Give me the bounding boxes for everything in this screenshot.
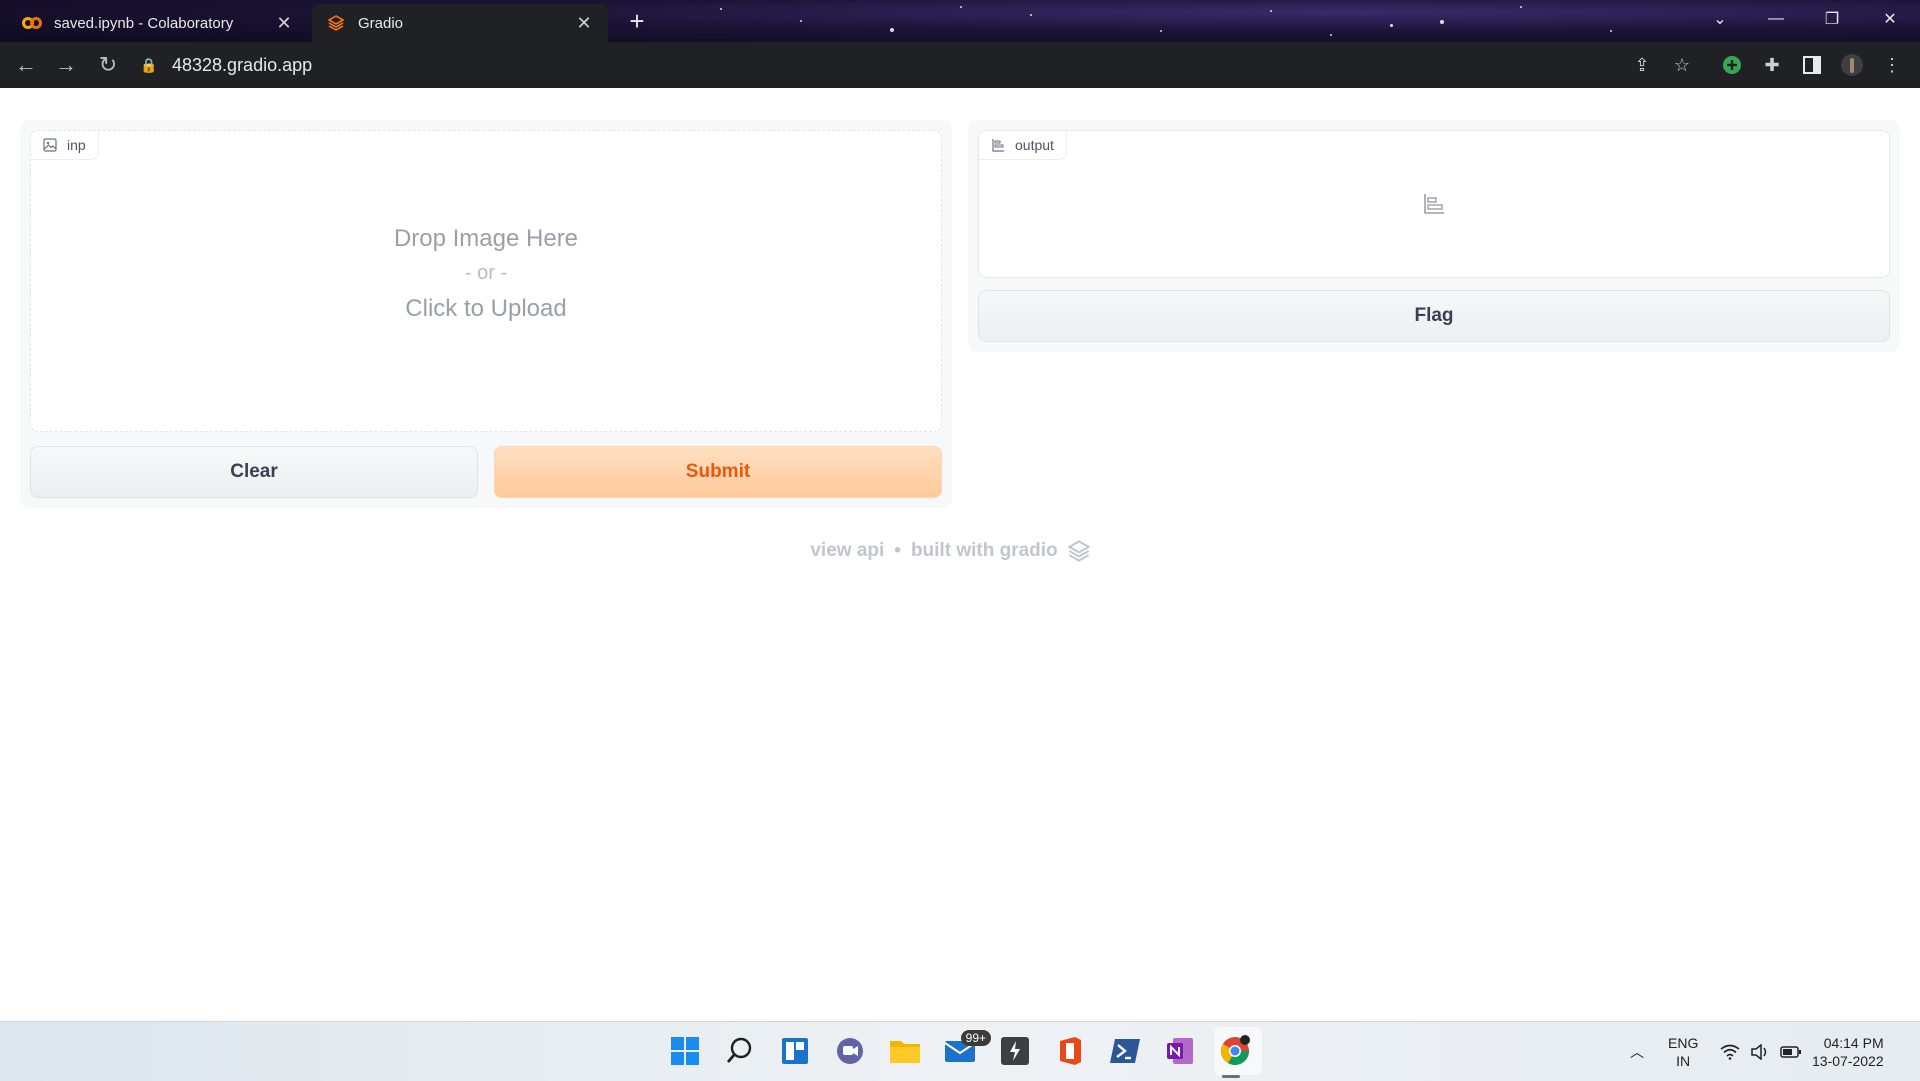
windows-start-icon[interactable]	[666, 1032, 704, 1070]
tab-gradio[interactable]: Gradio ✕	[312, 4, 608, 42]
wifi-icon	[1720, 1044, 1740, 1060]
browser-toolbar: ← → ↻ 🔒 48328.gradio.app ⇪ ☆ ✚ ⋮	[0, 42, 1920, 89]
tab-title: saved.ipynb - Colaboratory	[54, 14, 234, 32]
mail-icon[interactable]: 99+	[941, 1030, 991, 1070]
minimize-button[interactable]: —	[1748, 0, 1804, 38]
chrome-icon[interactable]	[1216, 1032, 1254, 1070]
back-icon[interactable]: ←	[12, 51, 40, 79]
extension-green-icon[interactable]	[1720, 53, 1744, 77]
language-indicator[interactable]: ENG IN	[1668, 1022, 1698, 1081]
restore-button[interactable]: ❐	[1804, 0, 1860, 38]
gradio-page: inp Drop Image Here - or - Click to Uplo…	[0, 88, 1920, 1021]
url-text: 48328.gradio.app	[172, 54, 313, 75]
browser-tab-strip: saved.ipynb - Colaboratory ✕ Gradio ✕ + …	[0, 0, 1920, 42]
submit-button[interactable]: Submit	[494, 446, 942, 498]
output-panel: output Flag	[968, 120, 1900, 352]
tab-colaboratory[interactable]: saved.ipynb - Colaboratory ✕	[8, 4, 308, 42]
forward-icon[interactable]: →	[52, 51, 80, 79]
system-tray-icons[interactable]	[1720, 1022, 1802, 1081]
profile-avatar[interactable]	[1840, 53, 1864, 77]
input-label: inp	[31, 131, 99, 160]
gradio-footer: view api • built with gradio	[0, 540, 1900, 562]
clock[interactable]: 04:14 PM 13-07-2022	[1812, 1022, 1884, 1081]
view-api-link[interactable]: view api	[810, 540, 884, 562]
new-tab-button[interactable]: +	[624, 8, 650, 35]
address-bar[interactable]: 🔒 48328.gradio.app	[140, 48, 1640, 82]
label-placeholder-icon	[1424, 194, 1444, 214]
teams-chat-icon[interactable]	[831, 1032, 869, 1070]
upload-instructions: Drop Image Here - or - Click to Upload	[31, 221, 941, 326]
powershell-icon[interactable]	[1106, 1032, 1144, 1070]
windows-taskbar: 99+ ︿ ENG IN 04:14 PM 13-07-2022	[0, 1021, 1920, 1081]
gradio-logo-icon	[1067, 540, 1090, 562]
close-icon[interactable]: ✕	[274, 13, 294, 34]
tab-title: Gradio	[358, 14, 404, 32]
close-icon[interactable]: ✕	[574, 13, 594, 34]
label-chart-icon	[992, 139, 1004, 152]
image-upload-dropzone[interactable]: inp Drop Image Here - or - Click to Uplo…	[30, 130, 942, 432]
office-icon[interactable]	[1051, 1032, 1089, 1070]
input-panel: inp Drop Image Here - or - Click to Uplo…	[20, 120, 952, 508]
drop-image-text: Drop Image Here	[393, 225, 579, 252]
language-code: ENG	[1668, 1034, 1699, 1051]
clock-date: 13-07-2022	[1812, 1052, 1884, 1069]
extensions-puzzle-icon[interactable]: ✚	[1760, 53, 1784, 77]
onenote-icon[interactable]	[1161, 1032, 1199, 1070]
running-indicator	[1222, 1075, 1240, 1078]
close-window-button[interactable]: ✕	[1862, 0, 1918, 38]
widgets-icon[interactable]	[776, 1032, 814, 1070]
tab-search-icon[interactable]: ⌄	[1692, 0, 1748, 38]
label-output: output	[978, 130, 1890, 278]
image-icon	[43, 138, 57, 152]
volume-icon	[1751, 1043, 1767, 1060]
or-text: - or -	[464, 262, 508, 284]
side-panel-icon[interactable]	[1800, 53, 1824, 77]
file-explorer-icon[interactable]	[886, 1032, 924, 1070]
click-to-upload-text: Click to Upload	[405, 295, 567, 322]
terminal-app-icon[interactable]	[996, 1032, 1034, 1070]
output-label-text: output	[1015, 137, 1054, 153]
search-icon[interactable]	[721, 1032, 759, 1070]
gradio-icon	[326, 13, 346, 33]
colab-icon	[22, 13, 42, 33]
battery-icon	[1780, 1045, 1801, 1058]
region-code: IN	[1676, 1052, 1691, 1069]
mail-badge: 99+	[960, 1030, 991, 1046]
clock-time: 04:14 PM	[1823, 1034, 1884, 1051]
chrome-menu-icon[interactable]: ⋮	[1880, 53, 1904, 77]
show-hidden-icons-icon[interactable]: ︿	[1630, 1022, 1644, 1081]
bookmark-star-icon[interactable]: ☆	[1670, 53, 1694, 77]
footer-separator: •	[894, 540, 901, 561]
lock-icon: 🔒	[140, 56, 158, 73]
input-label-text: inp	[67, 137, 86, 153]
flag-button[interactable]: Flag	[978, 290, 1890, 342]
clear-button[interactable]: Clear	[30, 446, 478, 498]
built-with-gradio-link[interactable]: built with gradio	[911, 540, 1058, 562]
output-label: output	[979, 131, 1067, 160]
share-icon[interactable]: ⇪	[1630, 53, 1654, 77]
reload-icon[interactable]: ↻	[94, 51, 122, 79]
